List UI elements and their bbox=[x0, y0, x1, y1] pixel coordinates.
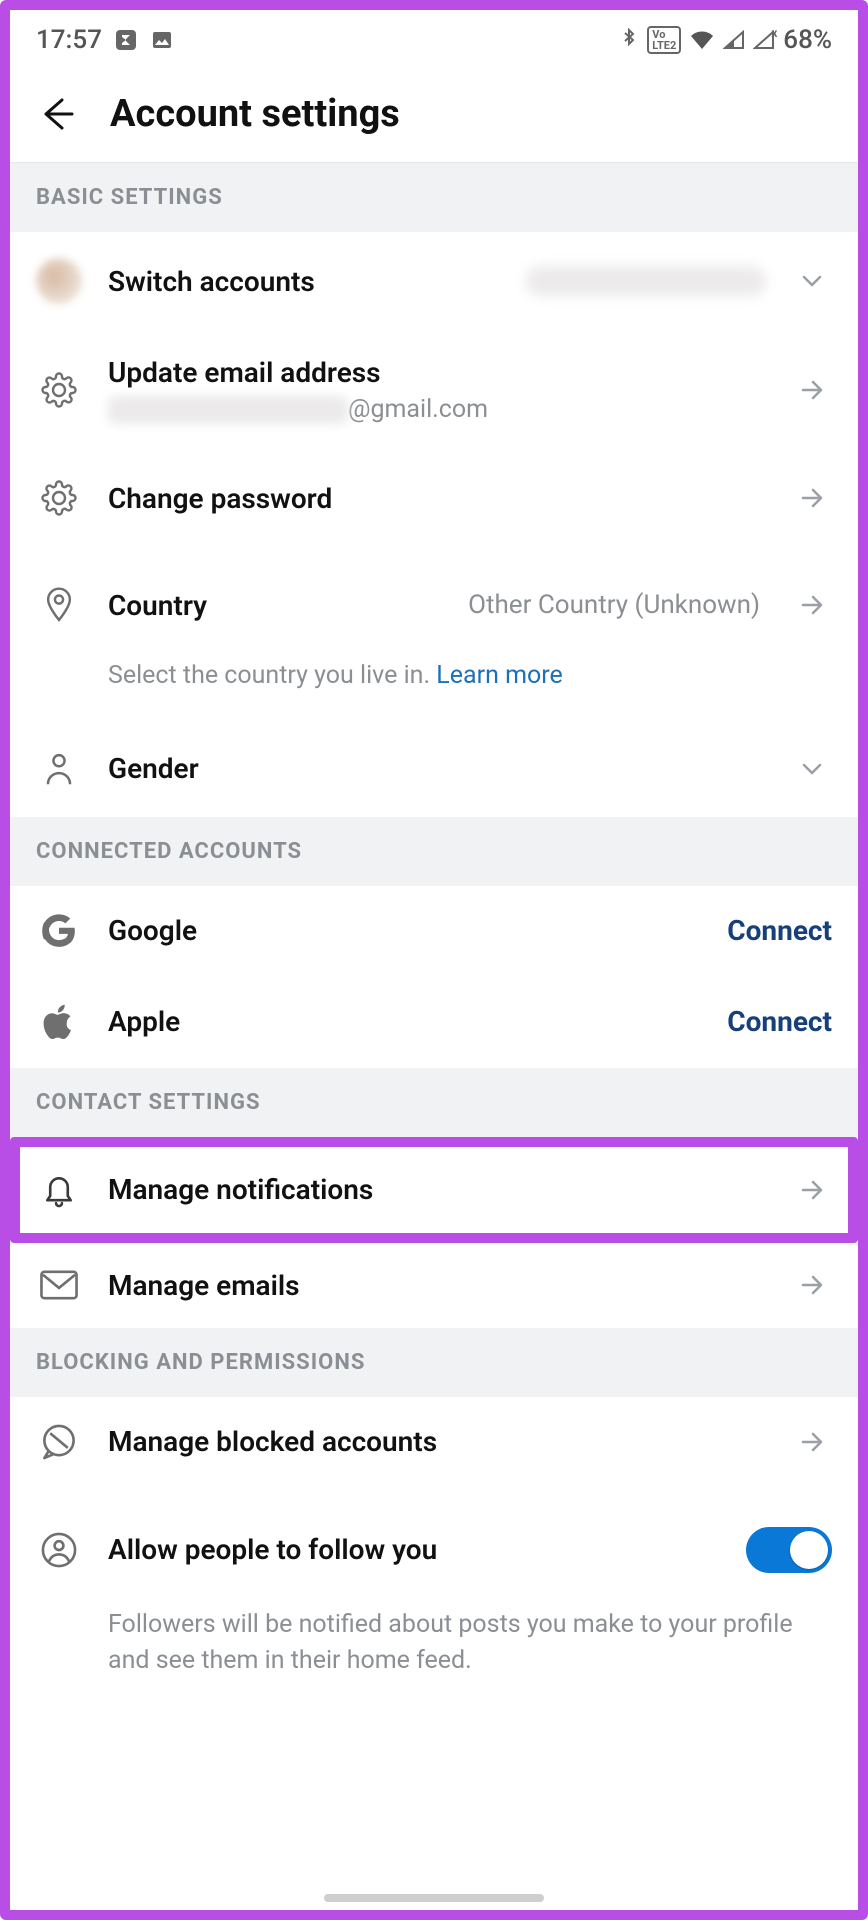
google-label: Google bbox=[108, 914, 701, 947]
signal-1-icon bbox=[723, 30, 745, 50]
back-button[interactable] bbox=[36, 92, 80, 136]
person-circle-icon bbox=[36, 1531, 82, 1569]
chevron-right-icon bbox=[792, 375, 832, 405]
row-gender[interactable]: Gender bbox=[10, 721, 858, 817]
section-header-contact: CONTACT SETTINGS bbox=[10, 1068, 858, 1137]
page-title: Account settings bbox=[110, 92, 400, 136]
allow-follow-label: Allow people to follow you bbox=[108, 1533, 720, 1566]
row-country[interactable]: Country Other Country (Unknown) bbox=[10, 546, 858, 654]
country-learn-more-link[interactable]: Learn more bbox=[436, 661, 562, 690]
gear-icon bbox=[36, 480, 82, 516]
row-allow-follow: Allow people to follow you bbox=[10, 1487, 858, 1603]
row-change-password[interactable]: Change password bbox=[10, 450, 858, 546]
person-icon bbox=[36, 751, 82, 787]
allow-follow-toggle[interactable] bbox=[746, 1527, 832, 1573]
bluetooth-icon bbox=[619, 27, 639, 53]
row-switch-accounts[interactable]: Switch accounts bbox=[10, 232, 858, 330]
chevron-right-icon bbox=[792, 590, 832, 620]
change-password-label: Change password bbox=[108, 482, 766, 515]
avatar-icon bbox=[36, 258, 82, 304]
country-value: Other Country (Unknown) bbox=[468, 590, 760, 620]
chevron-right-icon bbox=[792, 1270, 832, 1300]
page-header: Account settings bbox=[10, 70, 858, 162]
gear-icon bbox=[36, 372, 82, 408]
row-google[interactable]: Google Connect bbox=[10, 886, 858, 976]
email-suffix: @gmail.com bbox=[348, 395, 488, 424]
wifi-icon bbox=[689, 29, 715, 51]
row-update-email[interactable]: Update email address @gmail.com bbox=[10, 330, 858, 450]
status-time: 17:57 bbox=[36, 25, 102, 55]
apple-icon bbox=[36, 1002, 82, 1042]
update-email-label: Update email address bbox=[108, 356, 766, 389]
chevron-down-icon bbox=[792, 756, 832, 782]
arrow-left-icon bbox=[38, 94, 78, 134]
country-helper: Select the country you live in. Learn mo… bbox=[10, 654, 858, 720]
image-app-icon bbox=[150, 28, 174, 52]
email-value: @gmail.com bbox=[108, 395, 766, 424]
apple-connect-button[interactable]: Connect bbox=[727, 1005, 832, 1038]
signal-2-icon: x bbox=[753, 30, 775, 50]
row-manage-blocked[interactable]: Manage blocked accounts bbox=[10, 1397, 858, 1487]
manage-emails-label: Manage emails bbox=[108, 1269, 766, 1302]
row-apple[interactable]: Apple Connect bbox=[10, 976, 858, 1068]
volte-badge-icon: VoLTE2 bbox=[647, 26, 681, 54]
gesture-bar bbox=[324, 1894, 544, 1902]
sigma-app-icon bbox=[114, 28, 138, 52]
gender-label: Gender bbox=[108, 752, 766, 785]
envelope-icon bbox=[36, 1270, 82, 1300]
country-label: Country bbox=[108, 589, 442, 622]
section-header-connected: CONNECTED ACCOUNTS bbox=[10, 817, 858, 886]
row-manage-notifications[interactable]: Manage notifications bbox=[20, 1147, 848, 1233]
chevron-right-icon bbox=[792, 1175, 832, 1205]
location-pin-icon bbox=[36, 586, 82, 624]
section-header-basic: BASIC SETTINGS bbox=[10, 162, 858, 232]
manage-notifications-label: Manage notifications bbox=[108, 1173, 766, 1206]
google-icon bbox=[36, 912, 82, 950]
account-name-redacted bbox=[526, 266, 766, 296]
country-helper-text: Select the country you live in. bbox=[108, 661, 436, 690]
highlight-manage-notifications: Manage notifications bbox=[10, 1137, 858, 1243]
allow-follow-helper: Followers will be notified about posts y… bbox=[10, 1603, 858, 1706]
status-battery: 68% bbox=[783, 25, 832, 55]
switch-accounts-label: Switch accounts bbox=[108, 265, 500, 298]
section-header-blocking: BLOCKING AND PERMISSIONS bbox=[10, 1328, 858, 1397]
blocked-chat-icon bbox=[36, 1423, 82, 1461]
device-frame: 17:57 VoLTE2 x 68% bbox=[0, 0, 868, 1920]
email-redacted bbox=[108, 396, 348, 424]
row-manage-emails[interactable]: Manage emails bbox=[10, 1243, 858, 1328]
apple-label: Apple bbox=[108, 1005, 701, 1038]
chevron-right-icon bbox=[792, 483, 832, 513]
manage-blocked-label: Manage blocked accounts bbox=[108, 1425, 766, 1458]
status-bar: 17:57 VoLTE2 x 68% bbox=[10, 10, 858, 70]
google-connect-button[interactable]: Connect bbox=[727, 914, 832, 947]
bell-icon bbox=[36, 1171, 82, 1209]
chevron-down-icon bbox=[792, 268, 832, 294]
chevron-right-icon bbox=[792, 1427, 832, 1457]
